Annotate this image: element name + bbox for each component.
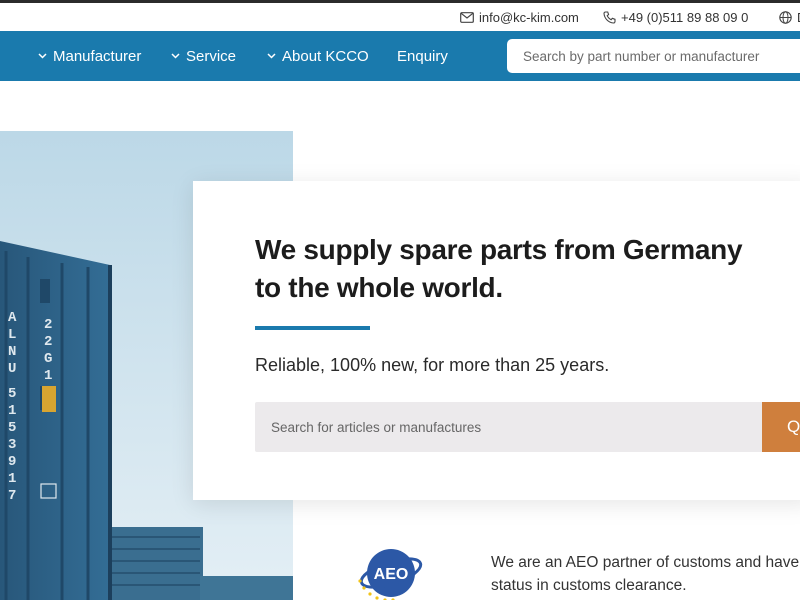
hero-card: We supply spare parts from Germany to th… (193, 181, 800, 500)
hero-search-button[interactable]: Q (762, 402, 800, 452)
contact-phone-text: +49 (0)511 89 88 09 0 (621, 9, 749, 25)
language-selector[interactable]: D (779, 3, 800, 31)
hero-search-box (255, 402, 763, 452)
headline-divider (255, 326, 370, 330)
chevron-down-icon (267, 53, 276, 59)
nav-item-label: Enquiry (397, 47, 448, 65)
svg-text:1: 1 (8, 403, 16, 419)
mail-icon (460, 11, 474, 23)
svg-text:5: 5 (8, 420, 16, 436)
svg-text:9: 9 (8, 454, 16, 470)
svg-text:1: 1 (8, 471, 16, 487)
svg-text:L: L (8, 327, 16, 343)
contact-phone-link[interactable]: +49 (0)511 89 88 09 0 (603, 3, 748, 31)
hero-headline: We supply spare parts from Germany to th… (255, 231, 795, 307)
svg-text:5: 5 (8, 386, 16, 402)
nav-item-enquiry[interactable]: Enquiry (397, 31, 448, 81)
hero-tagline: Reliable, 100% new, for more than 25 yea… (255, 355, 610, 375)
chevron-down-icon (171, 53, 180, 59)
nav-item-about[interactable]: About KCCO (267, 31, 369, 81)
svg-text:U: U (8, 361, 16, 377)
svg-text:G: G (44, 351, 52, 367)
nav-item-label: Service (186, 47, 237, 65)
chevron-down-icon (38, 53, 47, 59)
nav-item-label: Manufacturer (53, 47, 142, 65)
svg-text:2: 2 (44, 334, 52, 350)
svg-text:1: 1 (44, 368, 52, 384)
aeo-logo-text: AEO (374, 566, 409, 583)
top-contact-bar: info@kc-kim.com +49 (0)511 89 88 09 0 D (0, 3, 800, 31)
svg-text:2: 2 (44, 317, 52, 333)
svg-text:3: 3 (8, 437, 16, 453)
contact-email-link[interactable]: info@kc-kim.com (460, 3, 579, 31)
hero-headline-line-1: We supply spare parts from Germany (255, 234, 743, 265)
svg-text:7: 7 (8, 488, 16, 504)
aeo-text-line-1: We are an AEO partner of customs and hav… (491, 554, 800, 571)
aeo-text-line-2: status in customs clearance. (491, 577, 687, 594)
aeo-emblem: AEO (358, 549, 423, 600)
nav-item-service[interactable]: Service (171, 31, 236, 81)
phone-icon (603, 10, 616, 24)
aeo-logo: AEO (355, 543, 430, 600)
hero-search-input[interactable] (255, 402, 763, 452)
globe-icon (779, 10, 792, 24)
header-search-input[interactable] (507, 39, 800, 73)
contact-email-text: info@kc-kim.com (479, 9, 579, 25)
main-navigation: Manufacturer Service About KCCO Enquiry (0, 31, 800, 81)
aeo-description: We are an AEO partner of customs and hav… (491, 551, 800, 597)
svg-text:N: N (8, 344, 16, 360)
nav-item-label: About KCCO (282, 47, 369, 65)
nav-item-manufacturer[interactable]: Manufacturer (38, 31, 141, 81)
svg-text:A: A (8, 310, 17, 326)
hero-headline-line-2: to the whole world. (255, 272, 503, 303)
